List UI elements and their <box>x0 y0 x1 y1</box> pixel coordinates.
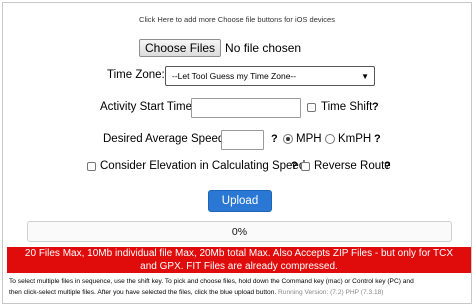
time-zone-label: Time Zone: <box>107 69 165 81</box>
upload-progress-bar: 0% <box>27 221 452 242</box>
instructions-line-2: then click-select multiple files. After … <box>9 289 277 296</box>
upload-form-panel: Click Here to add more Choose file butto… <box>2 2 472 304</box>
file-limits-banner: 20 Files Max, 10Mb individual file Max, … <box>7 247 471 273</box>
choose-files-button[interactable]: Choose Files <box>139 39 222 57</box>
elevation-checkbox[interactable] <box>87 162 96 171</box>
time-shift-checkbox[interactable] <box>307 103 316 112</box>
elevation-label: Consider Elevation in Calculating Speed <box>100 160 306 172</box>
reverse-route-help-icon[interactable]: ? <box>384 160 391 172</box>
file-limits-line-1: 20 Files Max, 10Mb individual file Max, … <box>24 248 454 259</box>
activity-start-label: Activity Start Time: <box>100 101 196 113</box>
chevron-down-icon: ▼ <box>361 72 369 81</box>
unit-help-icon[interactable]: ? <box>374 133 381 145</box>
instructions-line-2-wrapper: then click-select multiple files. After … <box>9 287 471 298</box>
kmph-label: KmPH <box>338 133 372 145</box>
average-speed-input[interactable] <box>221 130 264 150</box>
time-shift-label: Time Shift <box>321 101 373 113</box>
activity-start-input[interactable] <box>191 98 301 118</box>
time-zone-selected-value: --Let Tool Guess my Time Zone-- <box>172 71 297 81</box>
multi-select-instructions: To select multiple files in sequence, us… <box>9 276 471 298</box>
instructions-line-1: To select multiple files in sequence, us… <box>9 278 414 285</box>
file-limits-line-2: and GPX. FIT Files are already compresse… <box>140 260 338 272</box>
running-version-text: Running Version: (7.2) PHP (7.3.18) <box>278 289 384 296</box>
reverse-route-label: Reverse Route <box>314 160 391 172</box>
mph-radio[interactable] <box>283 134 293 144</box>
add-file-buttons-link[interactable]: Click Here to add more Choose file butto… <box>3 15 471 24</box>
progress-label: 0% <box>231 226 248 238</box>
mph-label: MPH <box>296 133 322 145</box>
file-input[interactable]: Choose Files No file chosen <box>139 39 301 57</box>
average-speed-help-icon[interactable]: ? <box>271 133 278 145</box>
time-zone-select[interactable]: --Let Tool Guess my Time Zone-- ▼ <box>165 66 375 86</box>
time-shift-help-icon[interactable]: ? <box>372 101 379 113</box>
reverse-route-checkbox[interactable] <box>301 162 310 171</box>
file-status-text: No file chosen <box>225 41 302 55</box>
average-speed-label: Desired Average Speed: <box>103 133 228 145</box>
upload-button[interactable]: Upload <box>208 190 272 212</box>
elevation-help-icon[interactable]: ? <box>291 160 298 172</box>
kmph-radio[interactable] <box>325 134 335 144</box>
